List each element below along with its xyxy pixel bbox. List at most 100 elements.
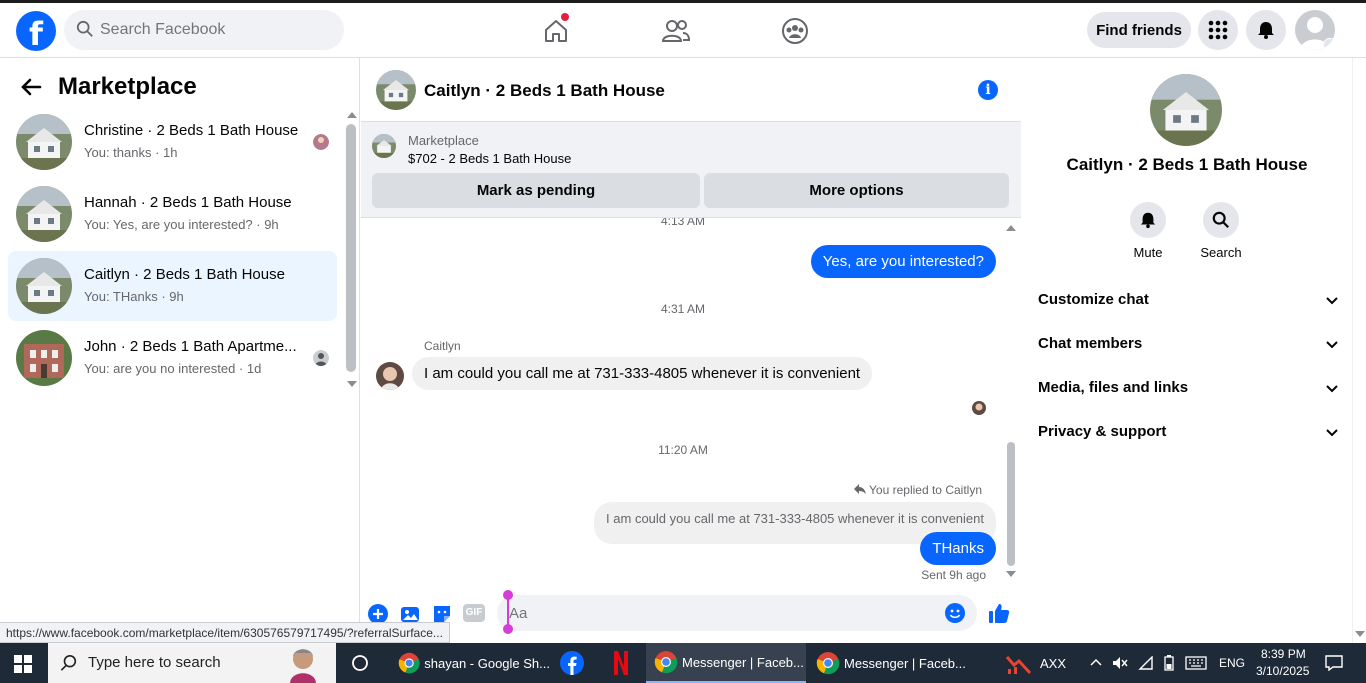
conversations-scrollbar[interactable] [346,124,356,372]
friends-icon [662,20,690,42]
clock-time[interactable]: 8:39 PM [1261,647,1306,661]
more-options-button[interactable]: More options [704,173,1009,208]
windows-start-icon[interactable] [14,655,32,673]
friends-nav-button[interactable] [656,13,696,49]
conversation-item-john[interactable]: John · 2 Beds 1 Bath Apartme... You: are… [8,323,337,393]
page-scroll-down-arrow[interactable] [1355,631,1365,637]
search-icon [60,654,77,671]
conversation-snippet: You: Yes, are you interested? · 9h [84,217,279,232]
seen-avatar [972,401,986,415]
marketplace-listing-bar: Marketplace $702 - 2 Beds 1 Bath House M… [361,122,1021,218]
chat-title[interactable]: Caitlyn · 2 Beds 1 Bath House [424,81,665,101]
chat-thumbnail[interactable] [376,70,416,110]
notification-center-icon[interactable] [1325,655,1343,671]
grid-menu-icon [1208,20,1228,40]
battery-icon[interactable] [1164,655,1174,671]
conversation-snippet: You: THanks · 9h [84,289,184,304]
chat-scrollbar[interactable] [1007,442,1015,566]
volume-muted-icon[interactable] [1112,656,1128,670]
chat-members-section[interactable]: Chat members [1038,335,1338,359]
house-thumbnail [16,114,72,170]
conversation-name: Hannah · 2 Beds 1 Bath House [84,194,292,211]
conversation-item-hannah[interactable]: Hannah · 2 Beds 1 Bath House You: Yes, a… [8,179,337,249]
listing-price[interactable]: $702 - 2 Beds 1 Bath House [408,151,571,166]
clock-date[interactable]: 3/10/2025 [1256,664,1309,678]
find-friends-button[interactable]: Find friends [1087,12,1191,48]
apartment-thumbnail [16,330,72,386]
chat-scroll-down-arrow[interactable] [1006,571,1016,577]
conversation-item-caitlyn[interactable]: Caitlyn · 2 Beds 1 Bath House You: THank… [8,251,337,321]
conversation-name: Caitlyn · 2 Beds 1 Bath House [84,266,285,283]
facebook-logo-icon[interactable]: f [16,11,56,51]
bell-icon [1140,212,1156,229]
search-icon [1212,211,1229,228]
home-nav-button[interactable] [536,13,576,49]
chat-scroll-up-arrow[interactable] [1006,225,1016,231]
reply-arrow-icon [854,484,867,494]
plus-circle-icon[interactable] [368,604,388,624]
taskbar-item-label: Messenger | Faceb... [844,655,966,671]
windows-taskbar: Type here to search shayan - Google Sh..… [0,643,1366,683]
chat-details-name: Caitlyn · 2 Beds 1 Bath House [1066,155,1308,174]
conversation-name: John · 2 Beds 1 Bath Apartme... [84,338,297,355]
task-view-icon[interactable] [351,654,369,672]
stock-chart-icon[interactable] [1006,653,1032,675]
groups-icon [782,18,808,44]
wifi-icon[interactable] [1138,656,1154,670]
customize-chat-section[interactable]: Customize chat [1038,291,1338,315]
taskbar-item-messenger[interactable]: Messenger | Faceb... [808,643,968,683]
taskbar-search-box[interactable]: Type here to search [48,643,336,683]
facebook-app-icon[interactable] [560,651,584,675]
image-icon[interactable] [400,604,420,624]
groups-nav-button[interactable] [775,13,815,49]
profile-avatar-button[interactable] [1295,10,1335,50]
taskbar-item-chrome-sheets[interactable]: shayan - Google Sh... [390,643,550,683]
language-indicator[interactable]: ENG [1219,656,1245,670]
search-icon [76,20,93,37]
netflix-icon[interactable] [613,651,629,675]
conversation-name: Christine · 2 Beds 1 Bath House [84,122,299,139]
section-label: Customize chat [1038,291,1149,308]
search-action[interactable]: Search [1193,202,1249,260]
home-icon [545,20,567,42]
mute-action[interactable]: Mute [1120,202,1176,260]
conversation-item-christine[interactable]: Christine · 2 Beds 1 Bath House You: tha… [8,107,337,177]
sticker-icon[interactable] [432,604,452,624]
reply-indicator-text: You replied to Caitlyn [869,483,982,497]
chrome-icon [654,651,678,674]
taskbar-item-messenger-active[interactable]: Messenger | Faceb... [646,643,806,683]
emoji-icon[interactable] [945,603,965,623]
message-input[interactable] [509,595,939,631]
chevron-up-icon[interactable] [1090,657,1102,669]
back-arrow-icon[interactable] [20,77,42,97]
menu-button[interactable] [1198,10,1238,50]
listing-large-thumbnail[interactable] [1150,74,1222,146]
scroll-down-arrow[interactable] [347,381,357,387]
info-icon[interactable]: i [978,80,998,100]
keyboard-icon[interactable] [1185,656,1207,670]
notifications-button[interactable] [1246,10,1286,50]
message-input-box[interactable] [497,595,977,631]
mark-as-pending-button[interactable]: Mark as pending [372,173,700,208]
media-files-links-section[interactable]: Media, files and links [1038,379,1338,403]
sender-avatar[interactable] [376,362,404,390]
listing-thumbnail[interactable] [372,134,396,158]
scroll-up-arrow[interactable] [347,112,357,118]
message-thread: 4:13 AM Yes, are you interested? 4:31 AM… [361,218,1021,588]
chat-panel: Caitlyn · 2 Beds 1 Bath House i Marketpl… [361,58,1021,643]
marketplace-label: Marketplace [408,133,479,148]
search-facebook-box[interactable] [64,10,344,50]
text-cursor-marker [503,590,513,634]
message-bubble-outgoing[interactable]: Yes, are you interested? [810,245,996,278]
timestamp: 4:13 AM [660,218,706,228]
message-bubble-incoming[interactable]: I am could you call me at 731-333-4805 w… [412,357,873,390]
privacy-support-section[interactable]: Privacy & support [1038,423,1338,447]
search-input[interactable] [100,10,336,50]
house-thumbnail [16,186,72,242]
thumbs-up-icon[interactable] [988,602,1010,624]
message-bubble-outgoing[interactable]: THanks [920,532,996,565]
reply-indicator: You replied to Caitlyn [854,483,982,497]
gif-button[interactable]: GIF [463,604,485,622]
page-scrollbar-track[interactable] [1352,58,1366,643]
taskbar-item-label: Messenger | Faceb... [682,654,804,670]
